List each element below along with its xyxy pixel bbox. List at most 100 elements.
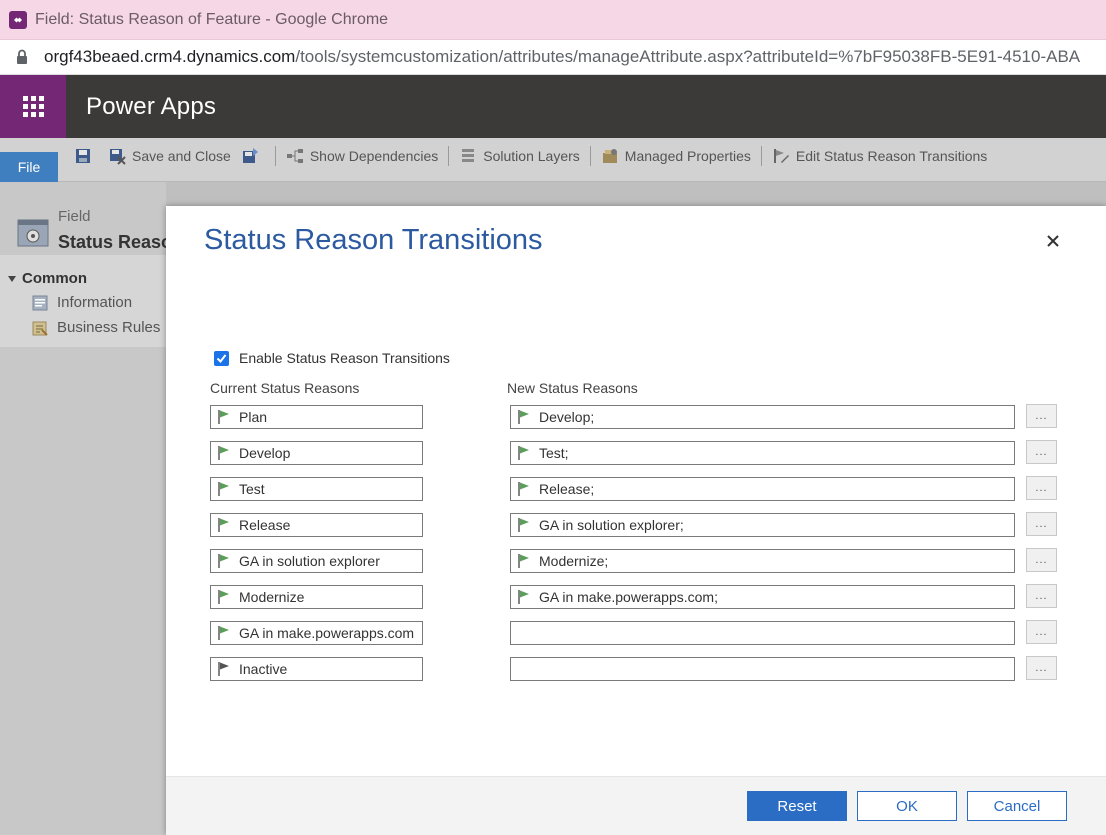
select-new-status-button[interactable]: ... xyxy=(1026,548,1057,572)
business-rules-icon xyxy=(32,321,48,336)
lock-icon xyxy=(17,49,27,64)
status-flag-icon xyxy=(518,554,529,568)
app-header: Power Apps xyxy=(0,75,1106,138)
ribbon-separator xyxy=(589,146,591,166)
window-title: Field: Status Reason of Feature - Google… xyxy=(35,10,389,28)
field-settings-icon xyxy=(17,219,49,247)
new-status-reasons-field[interactable]: Develop; xyxy=(510,405,1015,429)
dependencies-icon xyxy=(286,149,303,163)
status-flag-icon xyxy=(518,518,529,532)
nav-section-label: Common xyxy=(22,270,87,287)
checkbox-checked-icon xyxy=(214,350,229,366)
ribbon-separator xyxy=(760,146,762,166)
select-new-status-button[interactable]: ... xyxy=(1026,584,1057,608)
ok-button[interactable]: OK xyxy=(857,791,957,821)
entity-type-label: Field xyxy=(58,208,91,225)
select-new-status-button[interactable]: ... xyxy=(1026,620,1057,644)
url-text[interactable]: orgf43beaed.crm4.dynamics.com/tools/syst… xyxy=(44,47,1080,67)
file-tab[interactable]: File xyxy=(0,152,58,182)
status-flag-icon xyxy=(218,626,229,640)
status-flag-icon xyxy=(218,446,229,460)
status-flag-icon xyxy=(218,410,229,424)
select-new-status-button[interactable]: ... xyxy=(1026,404,1057,428)
transition-row: Inactive... xyxy=(166,656,1106,681)
save-icon xyxy=(76,149,90,163)
transition-row: Modernize GA in make.powerapps.com;... xyxy=(166,584,1106,609)
new-status-reasons-field[interactable]: Modernize; xyxy=(510,549,1015,573)
current-status-reason-field: GA in solution explorer xyxy=(210,549,423,573)
publish-button[interactable] xyxy=(241,147,265,165)
solution-layers-label: Solution Layers xyxy=(483,148,580,164)
managed-properties-label: Managed Properties xyxy=(624,148,751,164)
current-status-reason-text: Plan xyxy=(239,409,268,425)
new-status-reasons-text: GA in make.powerapps.com; xyxy=(539,589,718,605)
solution-layers-button[interactable]: Solution Layers xyxy=(459,147,580,165)
status-flag-icon xyxy=(518,446,529,460)
new-status-reasons-field[interactable] xyxy=(510,621,1015,645)
edit-status-reason-transitions-label: Edit Status Reason Transitions xyxy=(795,148,988,164)
current-status-reason-text: Test xyxy=(239,481,265,497)
current-status-reason-field: Test xyxy=(210,477,423,501)
address-bar[interactable]: orgf43beaed.crm4.dynamics.com/tools/syst… xyxy=(0,40,1106,75)
select-new-status-button[interactable]: ... xyxy=(1026,440,1057,464)
close-button[interactable] xyxy=(1042,230,1064,252)
nav-item-information[interactable]: Information xyxy=(32,294,132,311)
current-status-reason-text: Inactive xyxy=(239,661,288,677)
select-new-status-button[interactable]: ... xyxy=(1026,656,1057,680)
managed-properties-button[interactable]: Managed Properties xyxy=(601,147,751,165)
current-status-reason-text: Release xyxy=(239,517,291,533)
new-status-reasons-field[interactable]: Test; xyxy=(510,441,1015,465)
information-icon xyxy=(32,295,48,310)
close-icon xyxy=(1047,235,1059,247)
current-status-reason-text: GA in solution explorer xyxy=(239,553,380,569)
entity-name-label: Status Reason xyxy=(58,232,184,252)
new-status-reasons-text: GA in solution explorer; xyxy=(539,517,684,533)
show-dependencies-label: Show Dependencies xyxy=(309,148,439,164)
publish-icon xyxy=(242,148,258,163)
edit-status-reason-transitions-button[interactable]: Edit Status Reason Transitions xyxy=(772,147,987,165)
transition-row: Test Release;... xyxy=(166,476,1106,501)
status-flag-icon xyxy=(518,590,529,604)
current-status-reason-text: Develop xyxy=(239,445,291,461)
current-status-reason-field: Modernize xyxy=(210,585,423,609)
dialog-footer: Reset OK Cancel xyxy=(166,776,1106,835)
transition-row: GA in solution explorer Modernize;... xyxy=(166,548,1106,573)
browser-title-bar: Field: Status Reason of Feature - Google… xyxy=(0,0,1106,40)
status-reason-transitions-dialog: Status Reason Transitions Enable Status … xyxy=(166,206,1106,835)
current-status-reasons-header: Current Status Reasons xyxy=(210,380,360,396)
new-status-reasons-text: Develop; xyxy=(539,409,595,425)
ribbon-commands: Save and Close Show Dependencies Solutio… xyxy=(74,144,997,168)
select-new-status-button[interactable]: ... xyxy=(1026,476,1057,500)
new-status-reasons-header: New Status Reasons xyxy=(507,380,638,396)
cancel-button[interactable]: Cancel xyxy=(967,791,1067,821)
ribbon-separator xyxy=(448,146,450,166)
status-flag-icon xyxy=(518,410,529,424)
left-navigation: Field Status Reason Common Information B… xyxy=(0,182,183,835)
new-status-reasons-field[interactable] xyxy=(510,657,1015,681)
app-name: Power Apps xyxy=(86,92,217,120)
new-status-reasons-field[interactable]: Release; xyxy=(510,477,1015,501)
save-close-icon xyxy=(110,149,126,165)
transition-row: Release GA in solution explorer;... xyxy=(166,512,1106,537)
show-dependencies-button[interactable]: Show Dependencies xyxy=(286,147,438,165)
select-new-status-button[interactable]: ... xyxy=(1026,512,1057,536)
nav-section-common[interactable]: Common xyxy=(8,270,87,287)
current-status-reason-field: Inactive xyxy=(210,657,423,681)
save-button[interactable] xyxy=(74,147,98,165)
current-status-reason-field: Develop xyxy=(210,441,423,465)
nav-item-business-rules[interactable]: Business Rules xyxy=(32,319,160,336)
new-status-reasons-field[interactable]: GA in solution explorer; xyxy=(510,513,1015,537)
transition-row: GA in make.powerapps.com... xyxy=(166,620,1106,645)
nav-item-label: Business Rules xyxy=(57,319,161,336)
app-launcher-button[interactable] xyxy=(0,75,66,138)
enable-transitions-checkbox[interactable]: Enable Status Reason Transitions xyxy=(214,350,450,366)
current-status-reason-text: Modernize xyxy=(239,589,305,605)
reset-button[interactable]: Reset xyxy=(747,791,847,821)
new-status-reasons-text: Test; xyxy=(539,445,569,461)
current-status-reason-text: GA in make.powerapps.com xyxy=(239,625,415,641)
save-and-close-button[interactable]: Save and Close xyxy=(108,147,231,165)
url-host: orgf43beaed.crm4.dynamics.com xyxy=(44,47,296,66)
power-apps-favicon-icon xyxy=(9,10,27,29)
new-status-reasons-field[interactable]: GA in make.powerapps.com; xyxy=(510,585,1015,609)
expand-triangle-icon xyxy=(8,275,16,282)
